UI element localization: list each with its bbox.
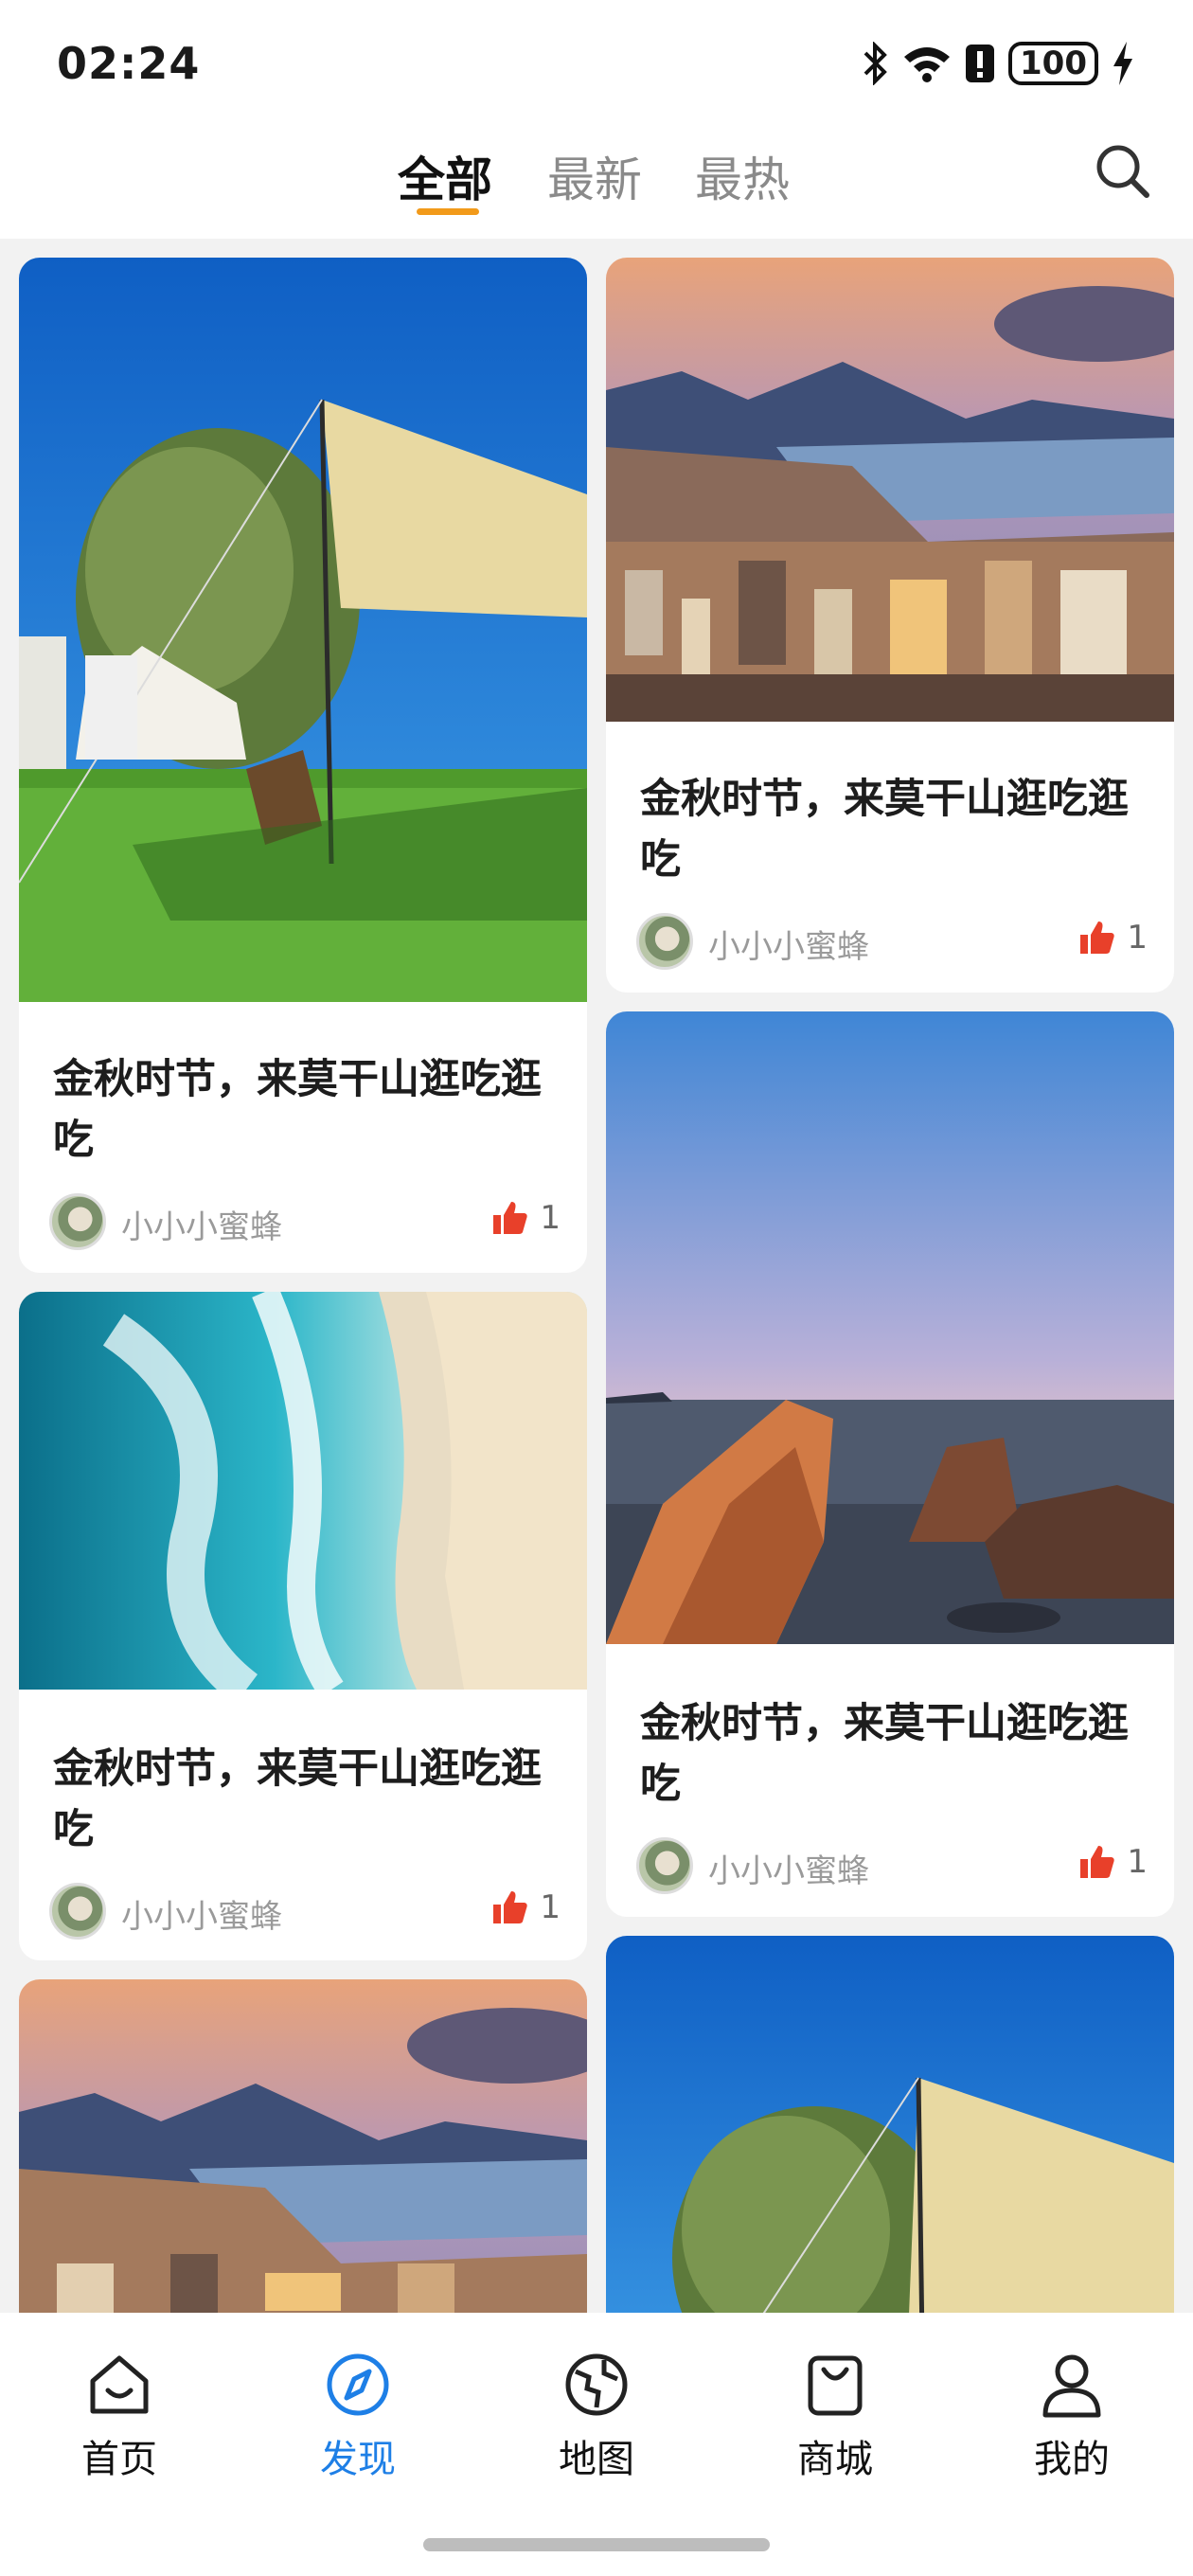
author-name[interactable]: 小小小蜜蜂 bbox=[708, 921, 869, 967]
status-time: 02:24 bbox=[57, 38, 201, 89]
bluetooth-icon bbox=[864, 42, 887, 85]
thumbs-up-icon bbox=[1080, 921, 1115, 954]
avatar[interactable] bbox=[636, 913, 693, 970]
nav-mall[interactable]: 商城 bbox=[759, 2351, 911, 2483]
alert-icon bbox=[966, 45, 995, 82]
card-image-harbor bbox=[19, 1979, 587, 2313]
card-image-rocks bbox=[606, 1011, 1174, 1644]
thumbs-up-icon bbox=[493, 1202, 528, 1234]
search-icon[interactable] bbox=[1094, 142, 1150, 199]
card-image-harbor bbox=[606, 258, 1174, 722]
nav-label: 商城 bbox=[797, 2438, 873, 2481]
thumbs-up-icon bbox=[493, 1891, 528, 1923]
card-title: 金秋时节，来莫干山逛吃逛吃 bbox=[640, 776, 1129, 884]
battery-icon: 100 bbox=[1008, 42, 1098, 85]
avatar[interactable] bbox=[49, 1193, 106, 1250]
waterfall-feed: 金秋时节，来莫干山逛吃逛吃 小小小蜜蜂 1 金秋时节，来莫干山逛吃逛吃 小小小蜜… bbox=[0, 239, 1193, 2313]
tab-hottest[interactable]: 最热 bbox=[695, 142, 790, 210]
status-bar: 02:24 100 bbox=[0, 0, 1193, 133]
home-icon bbox=[90, 2355, 149, 2414]
like-button[interactable]: 1 bbox=[492, 1199, 561, 1237]
author-name[interactable]: 小小小蜜蜂 bbox=[708, 1845, 869, 1891]
status-icons: 100 bbox=[861, 42, 1134, 85]
profile-icon bbox=[1042, 2354, 1101, 2418]
author-name[interactable]: 小小小蜜蜂 bbox=[121, 1890, 282, 1937]
like-button[interactable]: 1 bbox=[1079, 919, 1148, 957]
nav-discover[interactable]: 发现 bbox=[282, 2351, 434, 2483]
feed-card[interactable]: 金秋时节，来莫干山逛吃逛吃 小小小蜜蜂 1 bbox=[606, 1011, 1174, 1917]
like-count: 1 bbox=[540, 1199, 561, 1237]
nav-label: 我的 bbox=[1034, 2438, 1110, 2481]
card-meta: 小小小蜜蜂 1 bbox=[636, 1837, 1148, 1894]
home-indicator[interactable] bbox=[423, 2538, 770, 2551]
shopping-bag-icon bbox=[808, 2355, 863, 2416]
like-button[interactable]: 1 bbox=[1079, 1843, 1148, 1881]
avatar[interactable] bbox=[49, 1883, 106, 1940]
card-meta: 小小小蜜蜂 1 bbox=[636, 913, 1148, 970]
bottom-nav: 首页 发现 地图 商城 我的 bbox=[0, 2313, 1193, 2576]
tab-all[interactable]: 全部 bbox=[398, 142, 492, 210]
card-meta: 小小小蜜蜂 1 bbox=[49, 1883, 561, 1940]
nav-home[interactable]: 首页 bbox=[44, 2351, 195, 2483]
charging-icon bbox=[1113, 42, 1132, 85]
nav-label: 首页 bbox=[81, 2438, 157, 2481]
feed-card[interactable]: 金秋时节，来莫干山逛吃逛吃 小小小蜜蜂 1 bbox=[606, 258, 1174, 993]
feed-card[interactable]: 金秋时节，来莫干山逛吃逛吃 小小小蜜蜂 1 bbox=[19, 258, 587, 1273]
like-count: 1 bbox=[1127, 1843, 1148, 1881]
card-image-camping bbox=[606, 1936, 1174, 2313]
feed-card[interactable] bbox=[606, 1936, 1174, 2313]
compass-icon bbox=[327, 2353, 389, 2416]
tab-latest[interactable]: 最新 bbox=[547, 142, 642, 210]
top-tabs: 全部 最新 最热 bbox=[0, 133, 1193, 239]
nav-label: 发现 bbox=[320, 2438, 396, 2481]
nav-map[interactable]: 地图 bbox=[521, 2351, 672, 2483]
card-title: 金秋时节，来莫干山逛吃逛吃 bbox=[53, 1745, 542, 1853]
card-title: 金秋时节，来莫干山逛吃逛吃 bbox=[53, 1056, 542, 1164]
feed-card[interactable] bbox=[19, 1979, 587, 2313]
like-count: 1 bbox=[1127, 919, 1148, 957]
card-title: 金秋时节，来莫干山逛吃逛吃 bbox=[640, 1700, 1129, 1808]
globe-map-icon bbox=[565, 2353, 628, 2416]
card-image-beach bbox=[19, 1292, 587, 1690]
author-name[interactable]: 小小小蜜蜂 bbox=[121, 1201, 282, 1247]
thumbs-up-icon bbox=[1080, 1846, 1115, 1878]
feed-card[interactable]: 金秋时节，来莫干山逛吃逛吃 小小小蜜蜂 1 bbox=[19, 1292, 587, 1960]
active-tab-indicator bbox=[417, 208, 479, 215]
nav-label: 地图 bbox=[559, 2438, 634, 2481]
like-button[interactable]: 1 bbox=[492, 1888, 561, 1926]
avatar[interactable] bbox=[636, 1837, 693, 1894]
wifi-icon bbox=[904, 47, 951, 82]
card-image-camping bbox=[19, 258, 587, 1002]
card-meta: 小小小蜜蜂 1 bbox=[49, 1193, 561, 1250]
like-count: 1 bbox=[540, 1888, 561, 1926]
nav-profile[interactable]: 我的 bbox=[996, 2351, 1148, 2483]
